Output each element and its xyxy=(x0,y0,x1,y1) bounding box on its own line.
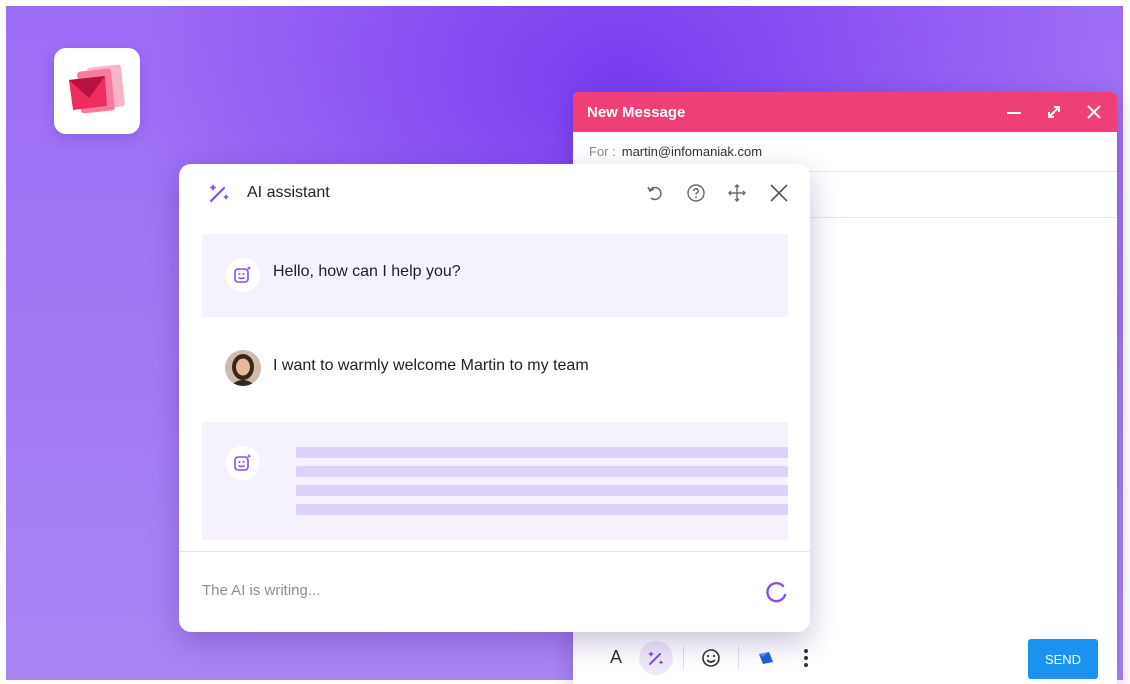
toolbar-divider xyxy=(738,645,739,670)
emoji-icon xyxy=(702,648,720,667)
ai-panel-divider xyxy=(179,551,810,552)
send-button[interactable]: SEND xyxy=(1028,639,1098,679)
bot-icon xyxy=(226,446,260,480)
skeleton-line xyxy=(296,447,788,458)
ai-panel-header: AI assistant xyxy=(179,164,810,222)
frame-top xyxy=(0,0,1130,6)
bot-message-loading xyxy=(202,422,788,540)
magic-wand-icon xyxy=(648,650,664,665)
avatar xyxy=(225,350,261,386)
ai-assistant-panel: AI assistant Hello, how can I help you? … xyxy=(179,164,810,632)
frame-right xyxy=(1123,0,1130,684)
minimize-icon[interactable] xyxy=(1005,103,1023,121)
expand-icon[interactable] xyxy=(1045,103,1063,121)
compose-title: New Message xyxy=(587,103,686,121)
emoji-button[interactable] xyxy=(694,641,728,675)
recipient-value: martin@infomaniak.com xyxy=(621,144,763,159)
drive-button[interactable] xyxy=(749,641,783,675)
spinner-icon xyxy=(766,581,787,603)
more-options-button[interactable] xyxy=(789,641,823,675)
font-format-button[interactable]: A xyxy=(599,641,633,675)
help-icon[interactable] xyxy=(683,180,709,206)
user-message-text: I want to warmly welcome Martin to my te… xyxy=(273,357,589,374)
bot-icon xyxy=(226,258,260,292)
compose-header: New Message xyxy=(573,92,1117,132)
ai-assistant-button[interactable] xyxy=(639,640,673,675)
bot-message-text: Hello, how can I help you? xyxy=(273,263,461,280)
undo-icon[interactable] xyxy=(642,180,668,206)
toolbar-divider xyxy=(683,645,684,670)
user-message: I want to warmly welcome Martin to my te… xyxy=(202,339,788,399)
app-logo-icon xyxy=(69,64,125,114)
close-icon[interactable] xyxy=(1085,103,1103,121)
ai-panel-title: AI assistant xyxy=(247,184,330,201)
bot-message: Hello, how can I help you? xyxy=(202,234,788,317)
move-icon[interactable] xyxy=(724,180,750,206)
magic-wand-icon xyxy=(207,182,231,209)
drive-icon xyxy=(759,651,773,664)
frame-left xyxy=(0,0,6,684)
ai-status-text: The AI is writing... xyxy=(202,582,321,599)
more-icon xyxy=(804,648,808,667)
recipient-label: For : xyxy=(589,144,616,159)
close-icon[interactable] xyxy=(766,180,792,206)
font-format-label: A xyxy=(609,647,622,667)
skeleton-line xyxy=(296,504,788,515)
skeleton-line xyxy=(296,466,788,477)
skeleton-line xyxy=(296,485,788,496)
app-logo xyxy=(54,48,140,134)
